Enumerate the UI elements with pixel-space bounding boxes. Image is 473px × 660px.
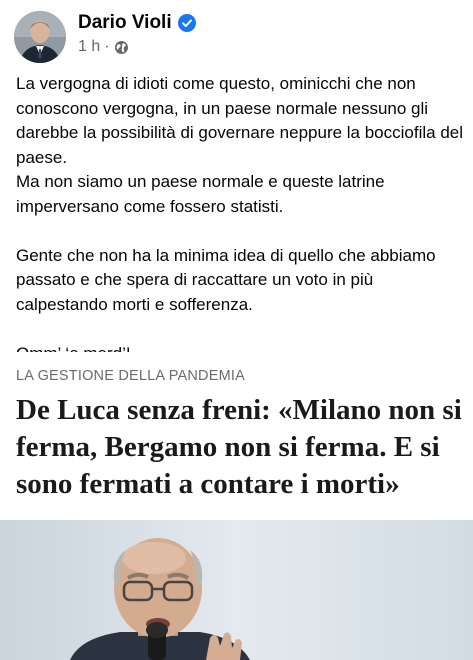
globe-icon[interactable] (114, 40, 129, 55)
post-line: Gente che non ha la minima idea di quell… (16, 245, 436, 314)
meta-separator: · (104, 38, 110, 55)
author-row: Dario Violi (78, 12, 196, 34)
article-kicker: LA GESTIONE DELLA PANDEMIA (16, 368, 245, 384)
article-headline[interactable]: De Luca senza freni: «Milano non si ferm… (16, 392, 464, 503)
article-photo-image (0, 520, 473, 660)
post-meta: 1 h · (78, 38, 129, 56)
post-timestamp[interactable]: 1 h (78, 38, 100, 56)
post-line: Ma non siamo un paese normale e queste l… (16, 172, 385, 216)
post-header: Dario Violi 1 h · (0, 0, 473, 66)
author-name[interactable]: Dario Violi (78, 12, 172, 34)
post-line: La vergogna di idioti come questo, omini… (16, 74, 464, 167)
post-text: La vergogna di idioti come questo, omini… (16, 72, 466, 366)
avatar-photo (14, 11, 66, 63)
avatar[interactable] (14, 11, 66, 63)
verified-badge-icon (177, 14, 196, 32)
link-preview-card[interactable]: LA GESTIONE DELLA PANDEMIA De Luca senza… (0, 352, 473, 660)
article-photo[interactable] (0, 520, 473, 660)
